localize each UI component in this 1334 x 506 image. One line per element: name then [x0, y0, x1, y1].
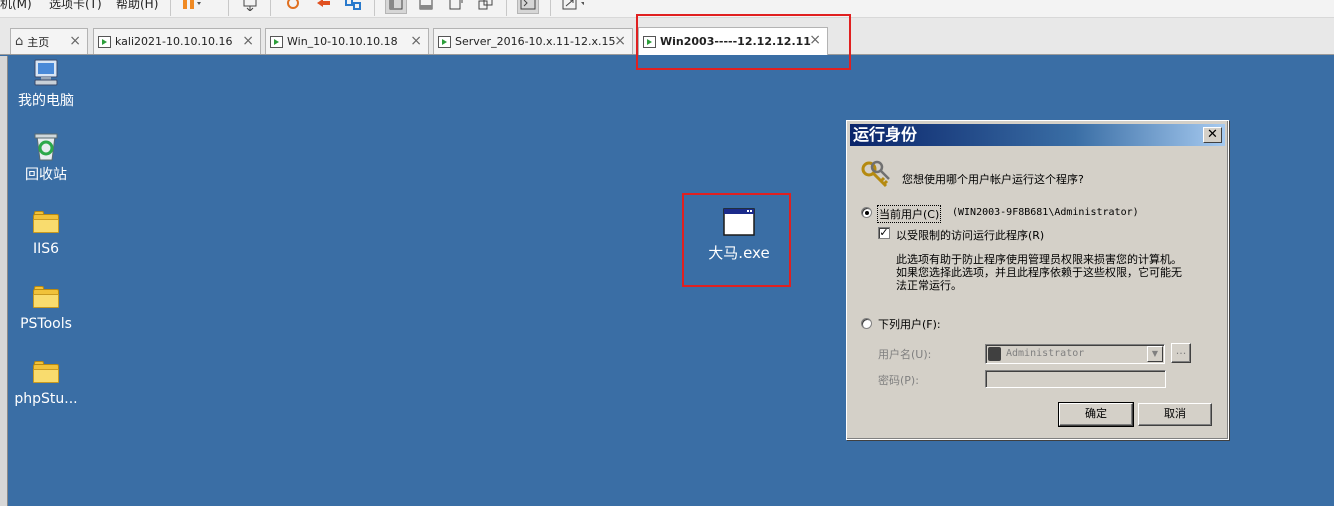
vm-running-icon — [270, 35, 283, 48]
vm-running-icon — [98, 35, 111, 48]
chevron-down-icon[interactable]: ▼ — [1147, 346, 1163, 362]
menu-tabs[interactable]: 选项卡(T) — [49, 0, 102, 12]
close-icon[interactable]: × — [69, 33, 81, 49]
user-icon — [988, 347, 1001, 361]
following-user-radio[interactable] — [861, 318, 872, 329]
dialog-question: 您想使用哪个用户帐户运行这个程序? — [902, 173, 1084, 186]
close-icon[interactable]: × — [410, 33, 422, 49]
send-keys-icon[interactable] — [240, 0, 262, 14]
vmware-window: 机(M) 选项卡(T) 帮助(H) ⌂ 主页 × kali2021-10.10.… — [0, 0, 1334, 506]
desktop-icon-recycle-bin[interactable]: 回收站 — [6, 132, 86, 184]
fullscreen-icon[interactable] — [415, 0, 437, 14]
desktop-icon-iis6[interactable]: IIS6 — [6, 211, 86, 257]
tab-label: Win_10-10.10.10.18 — [287, 35, 398, 48]
my-computer-icon — [34, 59, 58, 86]
run-as-dialog: 运行身份 ✕ 您想使用哪个用户帐户运行这个程序? 当前用户(C) (WIN200… — [846, 120, 1229, 440]
desktop-icon-label: PSTools — [20, 316, 72, 332]
tab-win10[interactable]: Win_10-10.10.10.18 × — [265, 28, 429, 54]
tab-label: 主页 — [27, 35, 50, 49]
desktop-icon-phpstudy[interactable]: phpStu... — [6, 361, 86, 407]
console-view-icon[interactable] — [385, 0, 407, 14]
desktop-icon-my-computer[interactable]: 我的电脑 — [6, 58, 86, 110]
dialog-title: 运行身份 — [853, 125, 918, 144]
highlight-box-file — [682, 193, 791, 287]
pause-icon[interactable] — [180, 0, 202, 14]
following-user-label[interactable]: 下列用户(F): — [878, 316, 941, 332]
note-line-3: 法正常运行。 — [896, 279, 962, 292]
stretch-icon[interactable] — [562, 0, 584, 14]
tab-label: kali2021-10.10.10.16 — [115, 35, 233, 48]
menu-vm[interactable]: 机(M) — [0, 0, 32, 12]
terminal-icon[interactable] — [517, 0, 539, 14]
highlight-box-tab — [636, 14, 851, 70]
recycle-bin-icon — [34, 133, 58, 161]
close-icon[interactable]: × — [614, 33, 626, 49]
desktop-icon-label: phpStu... — [14, 391, 78, 407]
current-user-label[interactable]: 当前用户(C) — [876, 205, 942, 223]
toolbar-separator — [270, 0, 271, 16]
unity-icon[interactable] — [445, 0, 467, 14]
ok-button[interactable]: 确定 — [1058, 402, 1134, 427]
current-user-value: (WIN2003-9F8B681\Administrator) — [952, 207, 1139, 218]
desktop-icon-label: 我的电脑 — [18, 93, 74, 109]
tab-label: Server_2016-10.x.11-12.x.15 — [455, 35, 616, 48]
toolbar-separator — [506, 0, 507, 16]
username-combo[interactable]: Administrator ▼ — [985, 344, 1165, 364]
username-label: 用户名(U): — [878, 348, 932, 361]
desktop-icon-label: 回收站 — [25, 167, 67, 183]
folder-icon — [33, 361, 59, 383]
sidebar-strip — [0, 56, 8, 506]
toolbar-separator — [228, 0, 229, 16]
cancel-button[interactable]: 取消 — [1138, 403, 1212, 426]
tab-home[interactable]: ⌂ 主页 × — [10, 28, 88, 54]
toolbar-separator — [550, 0, 551, 16]
password-label: 密码(P): — [878, 374, 919, 387]
username-value: Administrator — [1006, 348, 1085, 359]
desktop-icon-pstools[interactable]: PSTools — [6, 286, 86, 332]
tab-server2016[interactable]: Server_2016-10.x.11-12.x.15 × — [433, 28, 633, 54]
home-icon: ⌂ — [15, 34, 24, 49]
current-user-radio[interactable] — [861, 207, 872, 218]
restrict-label[interactable]: 以受限制的访问运行此程序(R) — [896, 227, 1044, 243]
dialog-title-bar[interactable]: 运行身份 ✕ — [850, 124, 1225, 146]
close-icon[interactable]: × — [242, 33, 254, 49]
revert-snapshot-icon[interactable] — [312, 0, 334, 14]
browse-user-button[interactable]: ... — [1171, 343, 1191, 363]
close-icon[interactable]: ✕ — [1203, 127, 1222, 143]
folder-icon — [33, 286, 59, 308]
toolbar-separator — [170, 0, 171, 16]
vm-running-icon — [438, 35, 451, 48]
toolbar-separator — [374, 0, 375, 16]
tab-kali[interactable]: kali2021-10.10.10.16 × — [93, 28, 261, 54]
folder-icon — [33, 211, 59, 233]
password-field[interactable] — [985, 370, 1166, 388]
snapshot-icon[interactable] — [282, 0, 304, 14]
menu-help[interactable]: 帮助(H) — [116, 0, 158, 12]
keys-icon — [861, 160, 890, 188]
desktop-icon-label: IIS6 — [32, 241, 60, 257]
multi-window-icon[interactable] — [475, 0, 497, 14]
restrict-checkbox[interactable]: ✓ — [878, 227, 890, 239]
snapshot-manager-icon[interactable] — [342, 0, 364, 14]
